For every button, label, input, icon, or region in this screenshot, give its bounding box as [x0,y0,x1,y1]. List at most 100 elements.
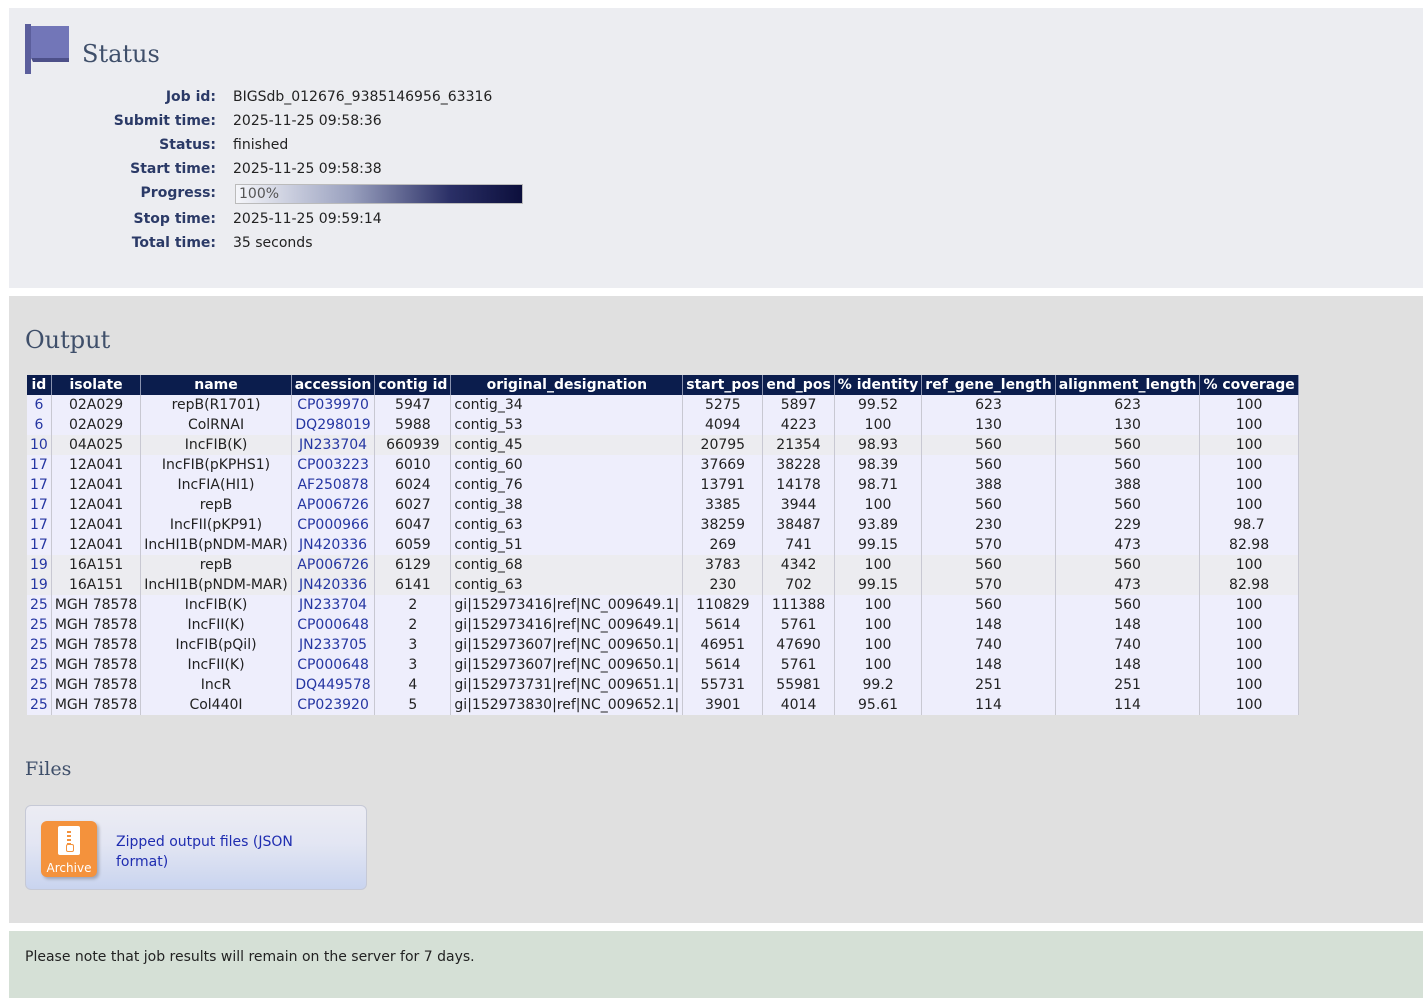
table-cell: gi|152973830|ref|NC_009652.1| [450,695,684,715]
table-cell: 12A041 [51,495,142,515]
table-cell: 560 [921,435,1056,455]
stop-time-row: Stop time: 2025-11-25 09:59:14 [9,208,909,230]
table-cell: 04A025 [51,435,142,455]
accession-link[interactable]: CP000648 [291,655,376,675]
accession-link[interactable]: JN233704 [291,435,376,455]
table-cell: 55981 [762,675,835,695]
table-cell: 100 [834,635,923,655]
isolate-id-link[interactable]: 25 [27,595,52,615]
table-cell: 5614 [682,615,764,635]
table-cell: 100 [1199,635,1299,655]
table-cell: 100 [1199,655,1299,675]
archive-icon-caption: Archive [46,861,92,875]
archive-icon[interactable]: Archive [41,821,97,877]
table-cell: MGH 78578 [51,615,142,635]
table-row: 17 12A041 IncFIA(HI1) AF250878 6024 contig_76… [27,475,1299,495]
table-cell: MGH 78578 [51,595,142,615]
accession-link[interactable]: JN233705 [291,635,376,655]
table-cell: 560 [1055,555,1201,575]
isolate-id-link[interactable]: 19 [27,575,52,595]
total-time-row: Total time: 35 seconds [9,232,909,254]
table-cell: 5275 [682,395,764,415]
table-cell: 702 [762,575,835,595]
accession-link[interactable]: CP003223 [291,455,376,475]
table-cell: 4 [374,675,452,695]
accession-link[interactable]: AP006726 [291,555,376,575]
status-title: Status [82,40,160,68]
table-row: 25 MGH 78578 Col440I CP023920 5 gi|152973830|… [27,695,1299,715]
table-cell: 6010 [374,455,452,475]
isolate-id-link[interactable]: 10 [27,435,52,455]
retention-notice: Please note that job results will remain… [9,931,1423,998]
isolate-id-link[interactable]: 17 [27,455,52,475]
isolate-id-link[interactable]: 6 [27,395,52,415]
table-cell: 5761 [762,655,835,675]
zip-lock-icon [66,844,74,852]
table-cell: 560 [921,455,1056,475]
table-cell: 111388 [762,595,835,615]
isolate-id-link[interactable]: 6 [27,415,52,435]
table-cell: 269 [682,535,764,555]
table-cell: gi|152973416|ref|NC_009649.1| [450,595,684,615]
accession-link[interactable]: JN420336 [291,535,376,555]
table-cell: 570 [921,535,1056,555]
table-row: 19 16A151 IncHI1B(pNDM-MAR) JN420336 6141 con… [27,575,1299,595]
table-cell: 13791 [682,475,764,495]
table-cell: 623 [1055,395,1201,415]
table-cell: 148 [921,615,1056,635]
table-row: 17 12A041 IncFIB(pKPHS1) CP003223 6010 contig… [27,455,1299,475]
table-cell: 148 [1055,615,1201,635]
table-row: 19 16A151 repB AP006726 6129 contig_68 3783 434… [27,555,1299,575]
table-cell: 37669 [682,455,764,475]
accession-link[interactable]: CP039970 [291,395,376,415]
accession-link[interactable]: AF250878 [291,475,376,495]
zipped-output-link[interactable]: Zipped output files (JSON format) [116,832,316,872]
table-cell: 3385 [682,495,764,515]
accession-link[interactable]: DQ449578 [291,675,376,695]
stop-time-label: Stop time: [133,211,216,227]
column-header-ref-gene-length: ref_gene_length [921,375,1056,395]
table-cell: 82.98 [1199,535,1299,555]
table-cell: 98.39 [834,455,923,475]
table-cell: IncHI1B(pNDM-MAR) [140,535,292,555]
table-cell: 12A041 [51,515,142,535]
table-cell: IncFII(K) [140,615,292,635]
table-cell: 229 [1055,515,1201,535]
table-cell: 2 [374,595,452,615]
accession-link[interactable]: AP006726 [291,495,376,515]
table-cell: 93.89 [834,515,923,535]
table-cell: 100 [834,495,923,515]
table-cell: MGH 78578 [51,655,142,675]
accession-link[interactable]: DQ298019 [291,415,376,435]
column-header-accession: accession [291,375,376,395]
table-cell: gi|152973607|ref|NC_009650.1| [450,655,684,675]
accession-link[interactable]: CP000966 [291,515,376,535]
job-id-row: Job id: BIGSdb_012676_9385146956_63316 [9,86,909,108]
table-cell: 6024 [374,475,452,495]
table-cell: 100 [1199,615,1299,635]
isolate-id-link[interactable]: 25 [27,655,52,675]
accession-link[interactable]: JN233704 [291,595,376,615]
isolate-id-link[interactable]: 17 [27,475,52,495]
table-cell: ColRNAI [140,415,292,435]
isolate-id-link[interactable]: 25 [27,695,52,715]
accession-link[interactable]: CP023920 [291,695,376,715]
isolate-id-link[interactable]: 25 [27,675,52,695]
isolate-id-link[interactable]: 25 [27,615,52,635]
isolate-id-link[interactable]: 17 [27,535,52,555]
table-cell: 3 [374,635,452,655]
table-cell: MGH 78578 [51,675,142,695]
isolate-id-link[interactable]: 17 [27,515,52,535]
table-cell: contig_45 [450,435,684,455]
accession-link[interactable]: CP000648 [291,615,376,635]
accession-link[interactable]: JN420336 [291,575,376,595]
table-cell: 100 [1199,675,1299,695]
table-cell: repB [140,495,292,515]
isolate-id-link[interactable]: 25 [27,635,52,655]
isolate-id-link[interactable]: 19 [27,555,52,575]
isolate-id-link[interactable]: 17 [27,495,52,515]
table-cell: IncFIA(HI1) [140,475,292,495]
start-time-row: Start time: 2025-11-25 09:58:38 [9,158,909,180]
table-cell: 473 [1055,575,1201,595]
table-cell: 623 [921,395,1056,415]
